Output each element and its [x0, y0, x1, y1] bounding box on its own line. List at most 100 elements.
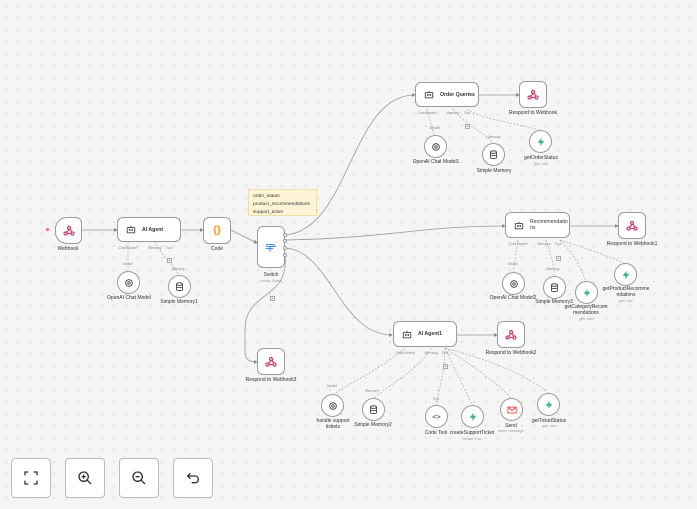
fit-view-button[interactable]	[11, 458, 51, 498]
order-queries-title: Order Queries	[440, 91, 475, 98]
label-code: Code	[211, 246, 223, 252]
sub-get-category: get: row	[579, 317, 593, 321]
node-handle-support[interactable]	[321, 394, 344, 417]
label-get-category: getCategoryRecom mendations	[564, 304, 608, 316]
node-openai-model-2[interactable]	[502, 272, 525, 295]
edge-label-model: Model	[508, 262, 518, 266]
port-chat-model: Chat Model*	[118, 246, 138, 250]
note-line-3: support_ticket	[253, 210, 283, 215]
node-create-ticket[interactable]	[461, 405, 484, 428]
add-tool-button[interactable]: +	[465, 124, 470, 130]
undo-button[interactable]	[173, 458, 213, 498]
port-chat-model: Chat Model*	[508, 242, 528, 246]
braces-icon: {}	[213, 225, 221, 236]
switch-icon	[266, 243, 277, 252]
add-tool-button[interactable]: +	[167, 258, 172, 264]
node-respond[interactable]	[519, 81, 547, 108]
database-icon	[176, 281, 183, 291]
zoom-out-button[interactable]	[119, 458, 159, 498]
database-icon	[370, 404, 377, 414]
sticky-note[interactable]: order_status product_recommendations sup…	[248, 189, 317, 216]
label-create-ticket: createSupportTicket	[449, 430, 495, 436]
webhook-icon	[505, 329, 517, 340]
node-code-tool[interactable]: <>	[425, 405, 448, 428]
node-code[interactable]: {}	[203, 217, 231, 244]
label-memory-1: Simple Memory1	[160, 299, 198, 305]
port-memory: Memory	[424, 351, 438, 355]
edge-label-model: Model	[430, 126, 440, 130]
bolt-icon	[583, 288, 590, 297]
label-handle-support: handle support tickets	[316, 418, 350, 430]
trigger-indicator	[46, 228, 49, 231]
edge-switch-agent1	[284, 247, 393, 337]
edge-label-memory: Memory	[365, 389, 379, 393]
node-webhook[interactable]	[55, 217, 82, 244]
switch-output-4[interactable]	[283, 253, 287, 257]
edge-switch-recommend	[284, 224, 506, 241]
node-order-queries[interactable]: Order Queries	[415, 82, 479, 107]
node-ai-agent-1[interactable]: AI Agent1	[393, 321, 457, 347]
robot-icon	[514, 221, 524, 229]
sub-send: send: message	[498, 429, 524, 433]
node-get-category[interactable]	[575, 281, 598, 304]
node-get-order-status[interactable]	[529, 130, 552, 153]
connections	[82, 93, 626, 406]
label-memory-2: Simple Memory2	[354, 422, 392, 428]
robot-icon	[402, 330, 412, 338]
webhook-icon	[265, 356, 277, 367]
node-switch[interactable]	[257, 226, 285, 268]
label-respond-2: Respond to Webhook2	[485, 350, 537, 356]
robot-icon	[424, 90, 434, 99]
edge-label-memory: Memory	[171, 267, 185, 271]
workflow-canvas[interactable]: Webhook AI Agent Chat Model* Memory Tool…	[0, 0, 697, 509]
node-ai-agent[interactable]: AI Agent	[117, 217, 181, 242]
node-respond-1[interactable]	[618, 212, 646, 239]
node-simple-memory[interactable]	[482, 143, 505, 166]
port-chat-model: Chat Model*	[417, 111, 437, 115]
edge-label-model: Model	[327, 384, 337, 388]
ai-agent-title: AI Agent	[142, 226, 164, 233]
switch-output-3[interactable]	[283, 246, 287, 250]
node-openai-model-1[interactable]	[424, 135, 447, 158]
label-webhook: Webhook	[57, 246, 79, 252]
node-simple-memory-3[interactable]	[543, 276, 566, 299]
webhook-icon	[527, 89, 539, 100]
node-respond-3[interactable]	[257, 348, 285, 375]
sub-get-order-status: get: row	[534, 162, 548, 166]
add-node-button[interactable]: +	[270, 296, 275, 302]
openai-icon	[431, 142, 440, 151]
sub-create-ticket: create: row	[462, 437, 482, 441]
label-respond-1: Respond to Webhook1	[606, 241, 658, 247]
port-tool: Tool	[463, 111, 471, 115]
label-openai: OpenAI Chat Model	[107, 295, 151, 301]
label-memory: Simple Memory	[476, 168, 512, 174]
code-icon: <>	[432, 412, 441, 421]
switch-output-1[interactable]	[283, 233, 287, 237]
webhook-icon	[626, 220, 638, 231]
edge-code-switch	[230, 229, 258, 244]
label-switch: Switch	[263, 272, 279, 278]
switch-mode: mode: Rules	[260, 279, 282, 283]
node-respond-2[interactable]	[497, 321, 525, 348]
node-get-product[interactable]	[614, 263, 637, 286]
node-get-ticket[interactable]	[537, 393, 560, 416]
undo-icon	[186, 472, 200, 484]
node-simple-memory-2[interactable]	[362, 398, 385, 421]
add-tool-button[interactable]: +	[443, 364, 448, 370]
label-get-product: getProductRecomme ndations	[602, 286, 650, 298]
robot-icon	[126, 225, 136, 234]
add-tool-button[interactable]: +	[556, 256, 561, 262]
node-recommendations[interactable]: Recommendatio ns	[505, 212, 570, 238]
switch-output-2[interactable]	[283, 239, 287, 243]
zoom-in-button[interactable]	[65, 458, 105, 498]
port-tool: Tool	[554, 242, 562, 246]
node-simple-memory-1[interactable]	[168, 275, 191, 298]
node-openai-model[interactable]	[117, 271, 140, 294]
zoom-out-icon	[132, 471, 146, 485]
label-openai-1: OpenAI Chat Model1	[412, 159, 460, 165]
bolt-icon	[537, 137, 544, 146]
bolt-icon	[469, 412, 476, 421]
openai-icon	[509, 279, 518, 288]
node-send[interactable]	[500, 398, 523, 421]
gmail-icon	[506, 406, 517, 413]
